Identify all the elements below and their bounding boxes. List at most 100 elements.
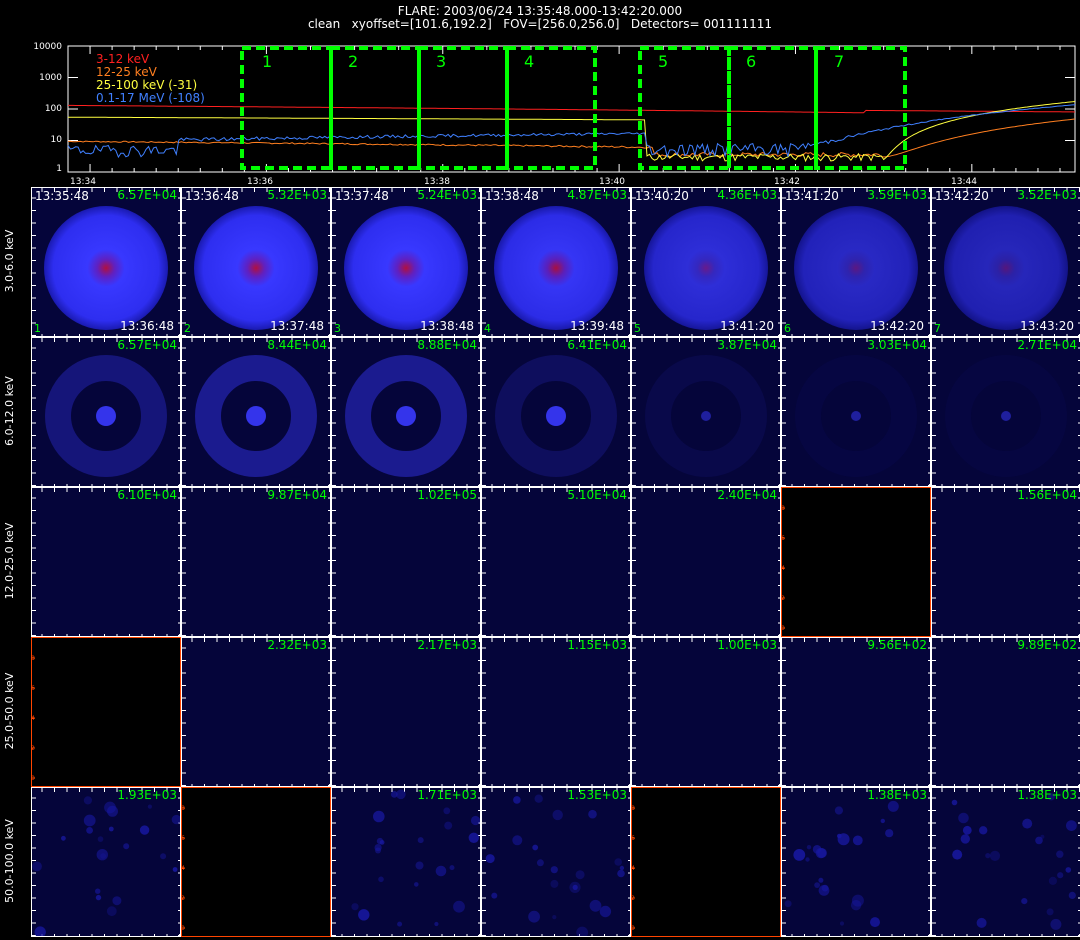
xtick-1342: 13:42 xyxy=(774,177,800,187)
panel-image xyxy=(482,188,630,336)
source-disk xyxy=(44,206,168,330)
noise-blob xyxy=(952,849,963,860)
panel-end-time: 13:41:20 xyxy=(720,319,774,333)
image-panel: 1.38E+03 xyxy=(781,787,931,937)
noise-blob xyxy=(172,867,178,872)
panel-image xyxy=(32,657,35,779)
empty-image-panel: 8 6 4 2 0 xyxy=(781,487,931,637)
noise-blob xyxy=(83,796,92,805)
panel-image xyxy=(482,488,630,636)
red-tick-label: 0 xyxy=(631,925,635,932)
panel-image xyxy=(482,788,630,936)
noise-blob xyxy=(1048,876,1057,885)
interval-label-6: 6 xyxy=(746,52,757,71)
noise-blob xyxy=(435,865,447,877)
noise-blob xyxy=(528,910,540,923)
noise-blob xyxy=(619,865,625,871)
noise-blob xyxy=(589,899,602,912)
panel-peak-value: 1.15E+03 xyxy=(567,638,627,652)
panel-peak-value: 3.87E+04 xyxy=(717,338,777,352)
panel-image xyxy=(332,788,480,936)
noise-blob xyxy=(32,861,42,872)
panel-peak-value: 1.02E+05 xyxy=(417,488,477,502)
panel-peak-value: 4.87E+03 xyxy=(567,188,627,202)
noise-blob xyxy=(552,915,557,920)
noise-blob xyxy=(1066,820,1077,831)
panel-peak-value: 1.93E+03 xyxy=(117,788,177,802)
image-panel: 2.40E+04 xyxy=(631,487,781,637)
noise-blob xyxy=(96,849,109,861)
band-label-3-6: 3.0-6.0 keV xyxy=(3,229,16,293)
red-tick-label: 2 xyxy=(781,595,785,602)
noise-blob xyxy=(887,800,899,812)
panel-end-time: 13:39:48 xyxy=(570,319,624,333)
noise-blob xyxy=(834,806,843,815)
legend-25-100: 25-100 keV (-31) xyxy=(96,78,198,92)
image-panel: 5.10E+04 xyxy=(481,487,631,637)
noise-blob xyxy=(951,799,958,806)
band-label-6-12: 6.0-12.0 keV xyxy=(3,376,16,446)
red-tick-label: 0 xyxy=(181,925,185,932)
red-tick-label: 2 xyxy=(181,895,185,902)
panel-image xyxy=(782,507,785,629)
noise-blob xyxy=(97,836,104,842)
noise-blob xyxy=(485,854,495,864)
noise-blob xyxy=(108,826,114,832)
image-panel: 1.56E+04 xyxy=(931,487,1080,637)
noise-blob xyxy=(95,894,102,901)
panel-start-time: 13:38:48 xyxy=(485,189,539,203)
panel-image xyxy=(332,488,480,636)
panel-start-time: 13:41:20 xyxy=(785,189,839,203)
noise-blob xyxy=(572,884,578,890)
noise-blob xyxy=(513,796,521,804)
panel-image xyxy=(482,638,630,786)
panel-end-time: 13:36:48 xyxy=(120,319,174,333)
image-panel: 5.32E+03 13:36:48 2 13:37:48 xyxy=(181,187,331,337)
empty-image-panel: 8 6 4 2 0 xyxy=(631,787,781,937)
image-panel: 6.57E+04 13:35:48 1 13:36:48 xyxy=(31,187,181,337)
time-interval-box-4 xyxy=(505,46,597,170)
noise-blob xyxy=(104,801,116,814)
panel-image xyxy=(182,338,330,486)
interval-label-3: 3 xyxy=(436,52,447,71)
noise-blob xyxy=(444,821,453,830)
noise-blob xyxy=(61,835,66,841)
red-tick-label: 8 xyxy=(181,805,185,812)
noise-blob xyxy=(1040,834,1045,839)
red-tick-label: 2 xyxy=(631,895,635,902)
panel-peak-value: 6.41E+04 xyxy=(567,338,627,352)
noise-blob xyxy=(86,827,93,834)
ytick-1: 1 xyxy=(56,164,62,174)
noise-blob xyxy=(123,843,130,850)
noise-blob xyxy=(379,840,385,845)
red-tick-label: 8 xyxy=(781,505,785,512)
noise-blob xyxy=(83,814,96,827)
noise-blob xyxy=(106,906,117,917)
panel-index: 4 xyxy=(484,322,491,335)
panel-index: 3 xyxy=(334,322,341,335)
panel-image xyxy=(782,338,930,486)
noise-blob xyxy=(885,829,894,838)
core-source xyxy=(1001,411,1011,421)
red-tick-label: 2 xyxy=(31,745,35,752)
noise-blob xyxy=(958,812,969,824)
xtick-1336: 13:36 xyxy=(247,177,273,187)
panel-peak-value: 5.32E+03 xyxy=(267,188,327,202)
noise-blob xyxy=(814,882,820,888)
noise-blob xyxy=(588,809,597,819)
empty-image-panel: 8 6 4 2 0 xyxy=(181,787,331,937)
source-disk xyxy=(644,206,768,330)
image-panel: 4.87E+03 13:38:48 4 13:39:48 xyxy=(481,187,631,337)
panel-start-time: 13:40:20 xyxy=(635,189,689,203)
panel-start-time: 13:42:20 xyxy=(935,189,989,203)
noise-blob xyxy=(812,845,822,854)
core-source xyxy=(396,406,416,426)
noise-blob xyxy=(449,865,455,871)
red-tick-label: 6 xyxy=(31,685,35,692)
panel-peak-value: 2.17E+03 xyxy=(417,638,477,652)
panel-peak-value: 5.24E+03 xyxy=(417,188,477,202)
source-disk xyxy=(344,206,468,330)
noise-blob xyxy=(960,834,970,844)
noise-blob xyxy=(599,905,612,918)
panel-image xyxy=(182,638,330,786)
